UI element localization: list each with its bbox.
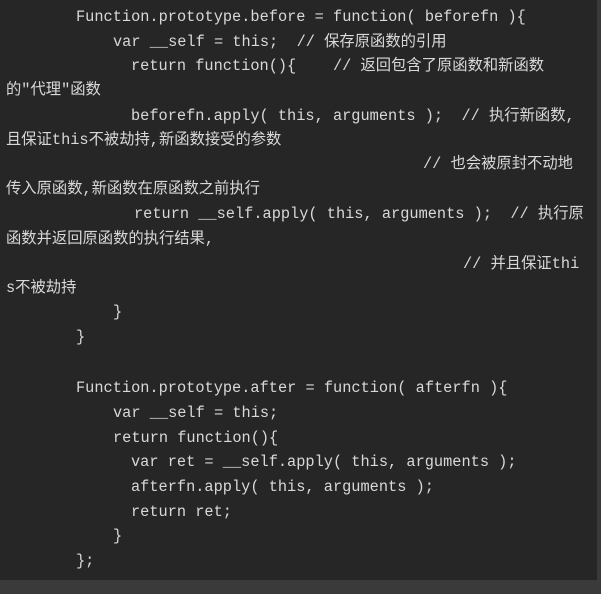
code-line: return function(){ // 返回包含了原函数和新函数 (131, 57, 545, 75)
code-line: return function(){ (113, 429, 279, 447)
code-line: } (76, 328, 86, 346)
code-line: Function.prototype.before = function( be… (76, 8, 526, 26)
code-line: return __self.apply( this, arguments ); … (134, 205, 584, 223)
code-line: } (113, 527, 123, 545)
code-line: // 也会被原封不动地 (423, 155, 573, 173)
code-line: Function.prototype.after = function( aft… (76, 379, 508, 397)
code-line: var __self = this; // 保存原函数的引用 (113, 33, 447, 51)
horizontal-scrollbar[interactable] (0, 580, 601, 594)
code-line: beforefn.apply( this, arguments ); // 执行… (131, 107, 575, 125)
code-line: } (113, 303, 123, 321)
code-line: 传入原函数,新函数在原函数之前执行 (6, 180, 260, 198)
code-line: }; (76, 552, 95, 570)
scrollbar-track[interactable] (597, 0, 601, 580)
code-line: s不被劫持 (6, 279, 77, 297)
code-line: 函数并返回原函数的执行结果, (6, 230, 215, 248)
code-line: afterfn.apply( this, arguments ); (131, 478, 434, 496)
code-line: return ret; (131, 503, 232, 521)
code-line: var __self = this; (113, 404, 279, 422)
code-panel: Function.prototype.before = function( be… (0, 0, 597, 580)
code-line: // 并且保证thi (463, 255, 580, 273)
code-line: 的"代理"函数 (6, 81, 101, 99)
code-line: 且保证this不被劫持,新函数接受的参数 (6, 131, 282, 149)
code-line: var ret = __self.apply( this, arguments … (131, 453, 517, 471)
